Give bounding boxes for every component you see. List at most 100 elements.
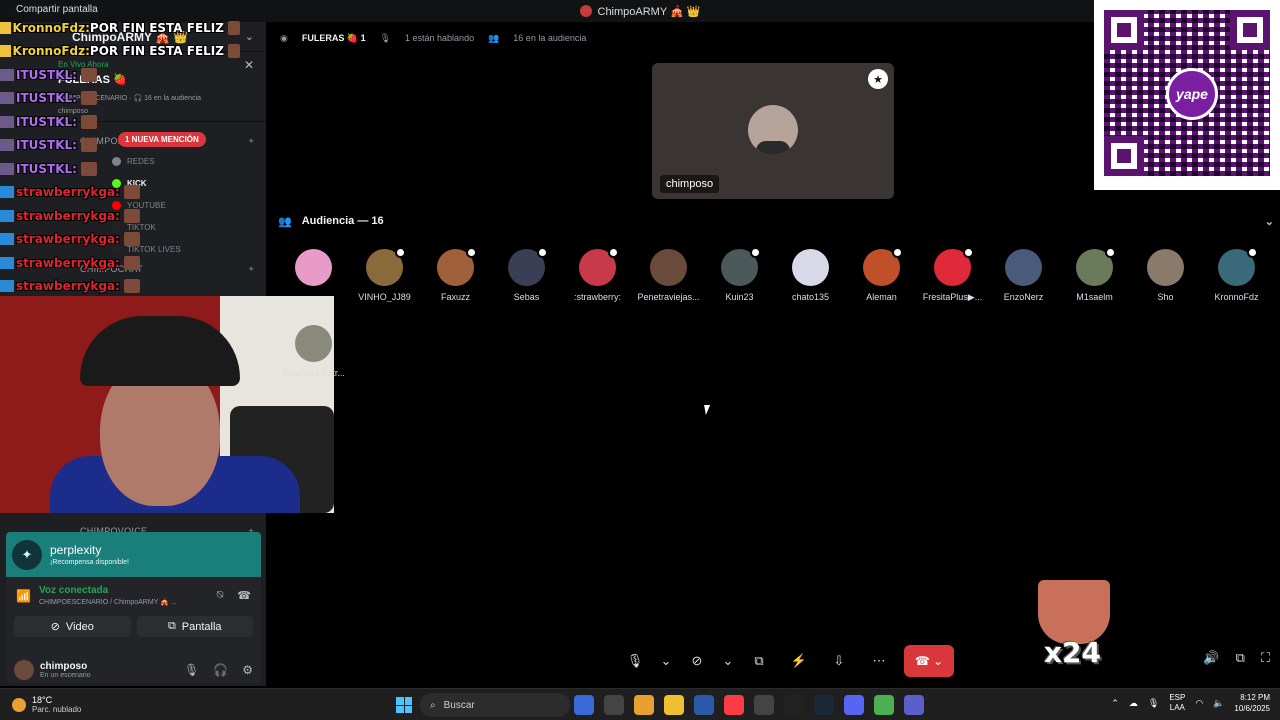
microphone-icon[interactable]: 🎙: [184, 663, 199, 677]
language-indicator[interactable]: ESP LAA: [1169, 693, 1185, 713]
audience-member[interactable]: Kuin23: [704, 247, 775, 303]
audience-member[interactable]: Aleman: [846, 247, 917, 303]
chat-nick: ITUSTKL:: [16, 67, 77, 82]
taskbar-app-icon[interactable]: [664, 695, 684, 715]
chevron-down-icon[interactable]: ⌄: [245, 30, 254, 43]
camera-off-button[interactable]: ⊘: [682, 646, 712, 676]
screen-share-icon: ⧉: [167, 620, 176, 632]
audience-member[interactable]: Sebas: [491, 247, 562, 303]
chat-message: POR FIN ESTA FELIZ: [89, 44, 224, 59]
popout-icon[interactable]: ⧉: [1236, 650, 1245, 666]
activity-button[interactable]: ⚡: [784, 646, 814, 676]
plus-icon[interactable]: +: [248, 136, 254, 146]
volume-icon[interactable]: 🔊: [1203, 650, 1219, 666]
chevron-up-icon[interactable]: ⌃: [1111, 698, 1119, 709]
chat-overlay-line: ITUSTKL:: [0, 134, 240, 158]
taskbar-app-icon[interactable]: [604, 695, 624, 715]
leave-stage-button[interactable]: ☎ ⌄: [904, 645, 954, 677]
username[interactable]: chimposo: [40, 661, 91, 672]
phone-hangup-icon: ☎ ⌄: [914, 654, 944, 668]
speaker-avatar: [748, 105, 798, 155]
audience-member[interactable]: VINHO_JJ89: [349, 247, 420, 303]
lang-secondary: LAA: [1169, 703, 1185, 712]
audience-member[interactable]: Yarens11 Extr...: [278, 325, 349, 378]
audience-header[interactable]: 👥 Audiencia — 16 ⌄: [278, 212, 1274, 230]
move-to-audience-button[interactable]: ⇩: [824, 646, 854, 676]
taskbar-app-icon[interactable]: [784, 695, 804, 715]
more-options-button[interactable]: ⋯: [864, 646, 894, 676]
chevron-down-icon[interactable]: ⌄: [660, 646, 672, 676]
noise-suppression-icon[interactable]: ⍉: [217, 589, 224, 602]
screen-share-button[interactable]: ⧉ Pantalla: [136, 616, 253, 637]
avatar: [721, 247, 761, 286]
avatar: [579, 247, 619, 286]
headphones-icon[interactable]: 🎧: [213, 663, 228, 677]
audience-member[interactable]: :strawberry:: [562, 247, 633, 303]
perplexity-logo-icon: ✦: [12, 539, 42, 570]
chevron-down-icon[interactable]: ⌄: [1265, 215, 1274, 228]
audience-member[interactable]: EnzoNerz: [988, 249, 1059, 303]
avatar: [792, 249, 829, 286]
chat-nick: ITUSTKL:: [16, 138, 77, 153]
speaker-tile[interactable]: ★ chimposo: [652, 63, 894, 199]
windows-taskbar: 18°C Parc. nublado ⌕ Buscar ⌃ ☁ 🎙 ESP LA…: [0, 688, 1280, 720]
voice-location[interactable]: CHIMPOESCENARIO / ChimpoARMY 🎪 ...: [39, 598, 177, 606]
audience-member[interactable]: Faxuzz: [420, 247, 491, 303]
chat-emote-icon: [80, 138, 97, 153]
audience-member[interactable]: Sho: [1130, 249, 1201, 303]
audience-member[interactable]: [278, 249, 349, 303]
signal-icon[interactable]: 📶: [16, 589, 31, 603]
plus-icon[interactable]: +: [248, 264, 254, 274]
avatar: [934, 247, 974, 286]
gear-icon[interactable]: ⚙: [242, 663, 253, 677]
taskbar-app-icon[interactable]: [724, 695, 744, 715]
clock[interactable]: 8:12 PM 10/6/2025: [1234, 692, 1270, 714]
chat-overlay-line: strawberrykga:: [0, 204, 240, 228]
avatar: [295, 325, 332, 362]
chat-nick: ITUSTKL:: [16, 114, 77, 129]
audience-member-name: EnzoNerz: [1003, 292, 1044, 302]
video-button[interactable]: ⊘ Video: [14, 616, 131, 637]
taskbar-app-icon[interactable]: [574, 695, 594, 715]
microphone-button[interactable]: 🎙: [620, 646, 650, 676]
taskbar-app-icon[interactable]: [814, 695, 834, 715]
screen-share-button[interactable]: ⧉: [744, 646, 774, 676]
weather-widget[interactable]: 18°C Parc. nublado: [0, 695, 200, 714]
taskbar-app-icon[interactable]: [694, 695, 714, 715]
audience-member[interactable]: KronnoFdz: [1201, 247, 1272, 303]
audience-member[interactable]: M1saelm: [1059, 247, 1130, 303]
more-icon: ⋯: [872, 653, 886, 668]
avatar[interactable]: [14, 660, 34, 680]
audience-member[interactable]: Penetraviejas...: [633, 249, 704, 303]
audience-icon: 👥: [488, 32, 500, 43]
taskbar-app-icon[interactable]: [874, 695, 894, 715]
taskbar-app-icon[interactable]: [754, 695, 774, 715]
chat-overlay-line: ITUSTKL:: [0, 87, 240, 111]
wifi-icon[interactable]: ◠: [1195, 698, 1203, 709]
volume-icon[interactable]: 🔈: [1213, 698, 1224, 709]
microphone-icon[interactable]: 🎙: [1148, 698, 1159, 709]
rocket-icon: ⚡: [790, 653, 808, 668]
chevron-down-icon[interactable]: ⌄: [722, 646, 734, 676]
audience-member-name: M1saelm: [1076, 292, 1113, 302]
audience-member[interactable]: FresitaPlus▶...: [917, 247, 988, 303]
close-icon[interactable]: ✕: [244, 58, 254, 72]
reward-banner[interactable]: ✦ perplexity ¡Recompensa disponible!: [6, 532, 261, 577]
streamer-cap: [80, 316, 240, 386]
taskbar-app-icon[interactable]: [634, 695, 654, 715]
taskbar-search[interactable]: ⌕ Buscar: [420, 693, 570, 717]
badge-icon: [537, 247, 548, 258]
voice-status[interactable]: Voz conectada: [39, 585, 177, 596]
audience-member[interactable]: chato135: [775, 249, 846, 303]
fullscreen-icon[interactable]: ⛶: [1261, 650, 1270, 666]
taskbar-app-icon[interactable]: [844, 695, 864, 715]
taskbar-app-icon[interactable]: [904, 695, 924, 715]
badge-icon: [466, 247, 477, 258]
windows-start-icon[interactable]: [396, 697, 412, 713]
chat-nick: strawberrykga:: [16, 232, 120, 247]
cloud-icon[interactable]: ☁: [1129, 698, 1138, 709]
qr-finder: [1104, 136, 1144, 176]
disconnect-icon[interactable]: ☎: [237, 589, 251, 602]
avatar: [1147, 249, 1184, 286]
user-bar: chimposo En un escenario 🎙 🎧 ⚙: [6, 656, 261, 684]
